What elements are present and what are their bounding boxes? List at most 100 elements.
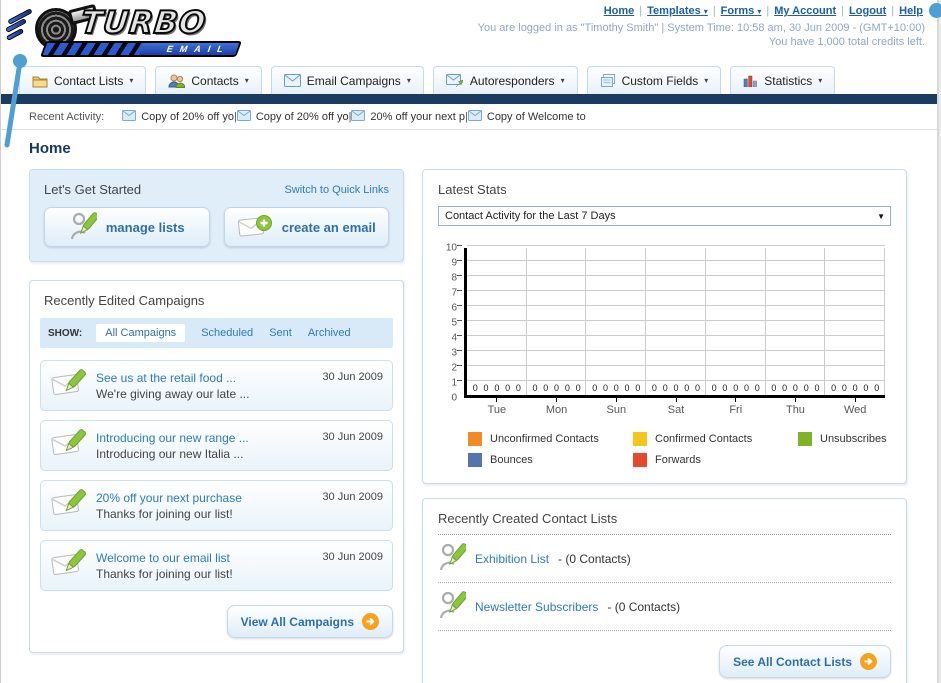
contact-list-items: Exhibition List - (0 Contacts) Newsletter…	[438, 535, 891, 631]
legend-item-confirmed-contacts: Confirmed Contacts	[633, 432, 798, 446]
small-envelope-icon	[122, 109, 137, 124]
chart-plot-area: 00000 00000 00000 00000 00000 00000 00000	[457, 245, 885, 398]
gridline	[457, 245, 885, 246]
campaign-filter-bar: SHOW: All Campaigns Scheduled Sent Archived	[40, 318, 393, 348]
legend-swatch	[633, 453, 647, 467]
top-link-home[interactable]: Home	[604, 5, 635, 17]
recent-activity-item-label: Copy of 20% off yo	[255, 110, 349, 123]
recent-activity-item[interactable]: Copy of 20% off yo	[236, 109, 349, 124]
recent-activity-item[interactable]: Copy of 20% off yo	[122, 109, 234, 124]
top-link-help[interactable]: Help	[899, 5, 923, 17]
arrow-circle-icon	[362, 613, 379, 630]
stats-period-select[interactable]: Contact Activity for the Last 7 Days ▼	[438, 206, 891, 226]
folder-icon	[32, 74, 48, 88]
campaign-date: 30 Jun 2009	[322, 551, 383, 563]
filter-archived[interactable]: Archived	[308, 327, 351, 339]
x-axis-category-label: Sat	[646, 398, 706, 416]
campaign-subtitle: Thanks for joining our list!	[96, 506, 233, 521]
separator: |	[639, 5, 643, 17]
campaign-title-link[interactable]: 20% off your next purchase	[96, 491, 314, 505]
x-axis-tick	[496, 398, 498, 402]
recent-activity-item[interactable]: Copy of Welcome to	[467, 109, 586, 124]
filter-all-campaigns[interactable]: All Campaigns	[96, 324, 186, 342]
gridline	[457, 335, 885, 336]
tab-label: Custom Fields	[621, 73, 699, 88]
top-link-logout[interactable]: Logout	[849, 5, 886, 17]
page-title: Home	[29, 140, 71, 157]
recent-activity-bar: Recent Activity: Copy of 20% off yo | Copy…	[1, 104, 937, 130]
view-all-campaigns-button[interactable]: View All Campaigns	[226, 605, 393, 638]
small-envelope-icon	[467, 109, 482, 124]
top-link-my-account[interactable]: My Account	[774, 5, 836, 17]
contact-list-name-link[interactable]: Newsletter Subscribers	[475, 600, 598, 614]
campaign-filters: All Campaigns Scheduled Sent Archived	[96, 324, 351, 342]
tab-label: Contact Lists	[54, 73, 124, 88]
envelope-plus-icon	[237, 213, 273, 242]
campaign-text: 20% off your next purchase Thanks for joi…	[96, 491, 314, 521]
main-nav-tabs: Contact Lists ▾ Contacts ▾ Email Campaigns ▾ A…	[1, 66, 937, 94]
chevron-down-icon: ▾	[757, 7, 762, 16]
separator: |	[891, 5, 895, 17]
main-content: Home Let's Get Started Switch to Quick L…	[1, 130, 937, 683]
campaign-list: See us at the retail food ... We're givin…	[40, 360, 393, 591]
tab-label: Statistics	[764, 73, 813, 88]
logo-title: TURBO	[78, 4, 209, 42]
gridline	[824, 248, 826, 395]
gridline	[525, 248, 527, 395]
statistics-icon	[743, 74, 758, 87]
latest-stats-title: Latest Stats	[438, 182, 507, 197]
campaign-row: See us at the retail food ... We're givin…	[40, 360, 393, 411]
chart-value-labels: 00000 00000 00000 00000 00000 00000 00000	[467, 383, 885, 393]
tab-contact-lists[interactable]: Contact Lists ▾	[19, 66, 147, 94]
chart-legend: Unconfirmed Contacts Confirmed Contacts Un…	[468, 432, 891, 467]
manage-lists-button[interactable]: manage lists	[44, 207, 210, 247]
campaign-row: Introducing our new range ... Introducing…	[40, 420, 393, 471]
create-an-email-button[interactable]: create an email	[223, 207, 389, 247]
x-axis-tick	[675, 398, 677, 402]
custom-fields-icon	[600, 73, 616, 88]
x-axis-category-label: Fri	[706, 398, 766, 416]
gridline	[457, 290, 885, 291]
gridline	[457, 350, 885, 351]
x-axis-category-label: Sun	[586, 398, 646, 416]
gridline	[457, 275, 885, 276]
contacts-icon	[168, 74, 186, 88]
see-all-contact-lists-button[interactable]: See All Contact Lists	[719, 645, 891, 678]
tab-autoresponders[interactable]: Autoresponders ▾	[432, 66, 578, 94]
y-axis-tick-label: 10	[445, 242, 457, 254]
campaign-title-link[interactable]: Welcome to our email list	[96, 551, 314, 565]
filter-sent[interactable]: Sent	[269, 327, 292, 339]
tab-contacts[interactable]: Contacts ▾	[155, 66, 262, 94]
campaign-title-link[interactable]: See us at the retail food ...	[96, 371, 314, 385]
campaign-text: Welcome to our email list Thanks for join…	[96, 551, 314, 581]
person-pencil-icon	[438, 590, 469, 623]
recent-activity-item[interactable]: 20% off your next p	[351, 109, 465, 124]
gridline	[585, 248, 587, 395]
value-label-group: 00000	[592, 383, 641, 393]
tab-label: Autoresponders	[469, 73, 555, 88]
filter-scheduled[interactable]: Scheduled	[201, 327, 253, 339]
campaign-text: See us at the retail food ... We're givin…	[96, 371, 314, 401]
value-label-group: 00000	[472, 383, 521, 393]
tab-email-campaigns[interactable]: Email Campaigns ▾	[270, 66, 424, 94]
tab-statistics[interactable]: Statistics ▾	[730, 66, 836, 94]
legend-swatch	[633, 432, 647, 446]
contact-list-name-link[interactable]: Exhibition List	[475, 552, 549, 566]
value-label-group: 00000	[532, 383, 581, 393]
top-link-forms[interactable]: Forms ▾	[721, 5, 762, 17]
legend-label: Unconfirmed Contacts	[490, 433, 599, 445]
legend-swatch	[798, 432, 812, 446]
top-link-templates[interactable]: Templates ▾	[647, 5, 708, 17]
recent-activity-item-label: Copy of 20% off yo	[141, 110, 234, 123]
switch-to-quick-links-link[interactable]: Switch to Quick Links	[284, 184, 389, 196]
legend-label: Unsubscribes	[820, 433, 887, 445]
turbo-email-logo: TURBO EMAIL	[5, 3, 249, 60]
tab-custom-fields[interactable]: Custom Fields ▾	[586, 66, 722, 94]
campaign-date: 30 Jun 2009	[322, 431, 383, 443]
campaign-title-link[interactable]: Introducing our new range ...	[96, 431, 314, 445]
value-label-group: 00000	[771, 383, 820, 393]
header-right: Home | Templates ▾ | Forms ▾ | My Account | Logo…	[478, 5, 925, 49]
contact-activity-chart: 0 1 2 3 4 5 6 7 8 9 10 000000000000000000000000000…	[438, 243, 885, 404]
chart-x-axis: Tue Mon Sun Sat Fri Thu Wed	[467, 398, 885, 416]
campaign-subtitle: We're giving away our late ...	[96, 386, 250, 401]
